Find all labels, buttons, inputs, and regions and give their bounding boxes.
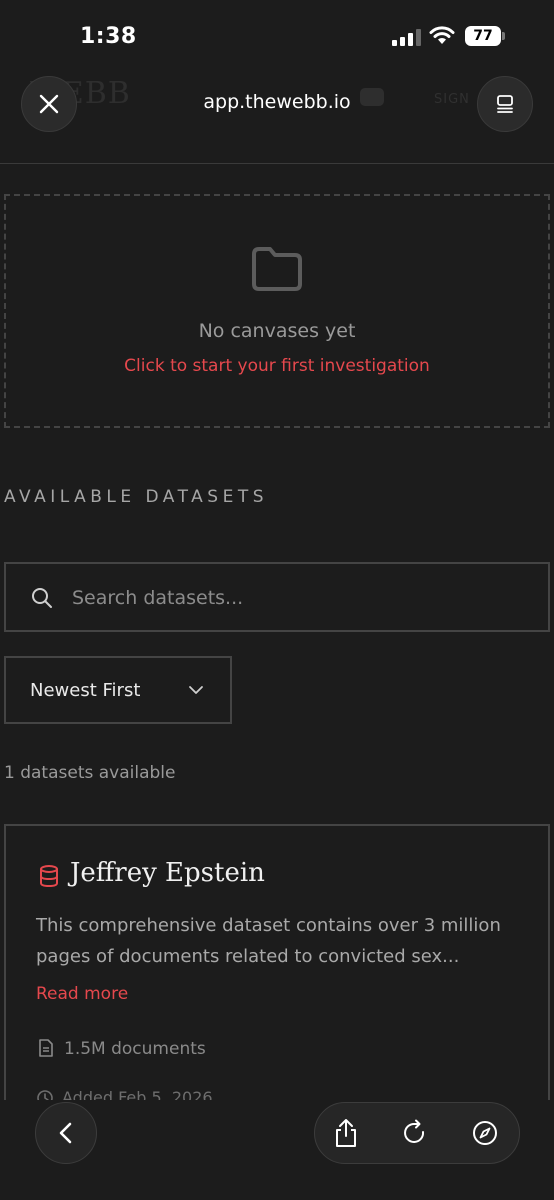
database-icon	[40, 865, 58, 888]
dataset-description: This comprehensive dataset contains over…	[36, 915, 501, 967]
status-time: 1:38	[80, 24, 137, 49]
dataset-card[interactable]: Jeffrey Epstein This comprehensive datas…	[4, 824, 550, 1124]
folder-icon	[252, 247, 302, 291]
back-button[interactable]	[35, 1102, 97, 1164]
share-button[interactable]	[331, 1118, 361, 1148]
sort-label: Newest First	[30, 680, 141, 701]
chevron-down-icon	[189, 686, 203, 694]
search-box	[4, 562, 550, 632]
compass-button[interactable]	[470, 1118, 500, 1148]
url-text[interactable]: app.thewebb.io	[0, 91, 554, 113]
wifi-icon	[429, 26, 455, 44]
battery-indicator: 77	[465, 26, 501, 46]
new-canvas-dropzone[interactable]	[4, 194, 550, 428]
tabs-icon	[497, 95, 513, 113]
browser-actions	[314, 1102, 520, 1164]
signal-icon	[392, 28, 422, 46]
search-input[interactable]	[70, 582, 514, 614]
battery-nub	[502, 32, 505, 40]
reload-icon	[404, 1119, 425, 1143]
start-investigation-link[interactable]: Click to start your first investigation	[0, 356, 554, 376]
tabs-button[interactable]	[477, 76, 533, 132]
share-icon	[336, 1119, 356, 1147]
dataset-count: 1 datasets available	[4, 763, 176, 783]
document-icon	[39, 1039, 53, 1057]
sort-select[interactable]: Newest First	[4, 656, 232, 724]
back-icon	[59, 1122, 72, 1144]
header-divider	[0, 163, 554, 164]
empty-state-title: No canvases yet	[198, 320, 356, 342]
compass-icon	[473, 1121, 497, 1145]
dataset-title[interactable]: Jeffrey Epstein	[70, 858, 265, 888]
document-count: 1.5M documents	[64, 1039, 206, 1059]
status-bar: 1:38 77	[0, 0, 554, 70]
section-heading: AVAILABLE DATASETS	[4, 487, 268, 507]
reload-button[interactable]	[400, 1118, 430, 1148]
read-more-link[interactable]: Read more	[36, 984, 128, 1004]
search-icon	[32, 588, 52, 608]
